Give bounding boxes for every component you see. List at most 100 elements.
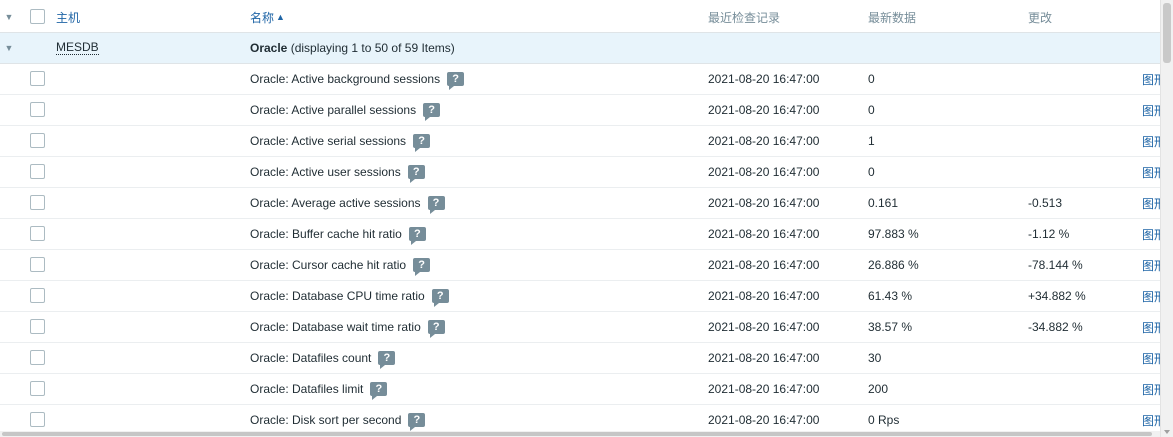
latest-value: 38.57 % [868, 320, 913, 334]
column-host[interactable]: 主机 [56, 2, 80, 32]
row-checkbox[interactable] [30, 226, 45, 241]
help-icon[interactable]: ? [431, 289, 449, 307]
row-checkbox[interactable] [30, 319, 45, 334]
host-link-mesdb[interactable]: MESDB [56, 41, 99, 55]
item-name: Oracle: Datafiles count [250, 351, 372, 365]
graph-link[interactable]: 图形 [1142, 226, 1160, 243]
collapse-group-toggle-icon[interactable]: ▼ [3, 33, 15, 63]
help-icon[interactable]: ? [427, 320, 445, 338]
graph-cell: 图形 [1142, 95, 1160, 125]
latest-value: 1 [868, 134, 875, 148]
graph-link[interactable]: 图形 [1142, 164, 1160, 181]
row-checkbox[interactable] [30, 133, 45, 148]
graph-link[interactable]: 图形 [1142, 195, 1160, 212]
item-name: Oracle: Active user sessions [250, 165, 401, 179]
table-row: Oracle: Average active sessions? 2021-08-… [0, 188, 1160, 219]
collapse-all-toggle-icon[interactable]: ▼ [3, 2, 15, 32]
graph-link[interactable]: 图形 [1142, 350, 1160, 367]
item-name-cell: Oracle: Active background sessions? [250, 64, 465, 94]
column-last-check-label: 最近检查记录 [708, 10, 781, 25]
row-checkbox[interactable] [30, 381, 45, 396]
latest-data-table: ▼ 主机 名称 ▲ 最近检查记录 最新数据 更改 ▼ MESDB Oracle … [0, 0, 1160, 437]
column-name-label[interactable]: 名称 [250, 9, 274, 26]
graph-link[interactable]: 图形 [1142, 288, 1160, 305]
last-check-cell: 2021-08-20 16:47:00 [708, 343, 819, 373]
row-checkbox[interactable] [30, 195, 45, 210]
latest-value-cell: 0 [868, 95, 875, 125]
help-icon[interactable]: ? [427, 196, 445, 214]
item-name: Oracle: Buffer cache hit ratio [250, 227, 402, 241]
help-icon[interactable]: ? [447, 72, 465, 90]
last-check-cell: 2021-08-20 16:47:00 [708, 374, 819, 404]
help-icon[interactable]: ? [370, 382, 388, 400]
last-check-cell: 2021-08-20 16:47:00 [708, 281, 819, 311]
table-row: Oracle: Datafiles count? 2021-08-20 16:47… [0, 343, 1160, 374]
item-name: Oracle: Database CPU time ratio [250, 289, 425, 303]
graph-cell: 图形 [1142, 188, 1160, 218]
latest-value: 0.161 [868, 196, 899, 210]
group-name-label: Oracle [250, 41, 288, 55]
item-name-cell: Oracle: Active parallel sessions? [250, 95, 441, 125]
last-check-time: 2021-08-20 16:47:00 [708, 320, 820, 334]
latest-value-cell: 0 [868, 157, 875, 187]
graph-link[interactable]: 图形 [1142, 381, 1160, 398]
table-row: Oracle: Active parallel sessions? 2021-08… [0, 95, 1160, 126]
graph-cell: 图形 [1142, 374, 1160, 404]
latest-value-cell: 200 [868, 374, 888, 404]
column-name[interactable]: 名称 ▲ [250, 2, 285, 32]
item-name-cell: Oracle: Active serial sessions? [250, 126, 431, 156]
column-host-label[interactable]: 主机 [56, 9, 80, 26]
last-check-cell: 2021-08-20 16:47:00 [708, 95, 819, 125]
table-row: Oracle: Active serial sessions? 2021-08-2… [0, 126, 1160, 157]
graph-link[interactable]: 图形 [1142, 133, 1160, 150]
help-icon[interactable]: ? [408, 413, 426, 431]
last-check-time: 2021-08-20 16:47:00 [708, 227, 820, 241]
vertical-scrollbar[interactable] [1160, 0, 1173, 437]
latest-value: 61.43 % [868, 289, 913, 303]
help-icon[interactable]: ? [423, 103, 441, 121]
table-row: Oracle: Datafiles limit? 2021-08-20 16:47… [0, 374, 1160, 405]
graph-link[interactable]: 图形 [1142, 71, 1160, 88]
help-icon[interactable]: ? [408, 227, 426, 245]
item-name: Oracle: Active background sessions [250, 72, 441, 86]
graph-cell: 图形 [1142, 64, 1160, 94]
item-name: Oracle: Active serial sessions [250, 134, 407, 148]
latest-value-cell: 97.883 % [868, 219, 919, 249]
graph-link[interactable]: 图形 [1142, 319, 1160, 336]
latest-value-cell: 26.886 % [868, 250, 919, 280]
item-name: Oracle: Disk sort per second [250, 413, 402, 427]
last-check-time: 2021-08-20 16:47:00 [708, 413, 820, 427]
graph-cell: 图形 [1142, 219, 1160, 249]
help-icon[interactable]: ? [413, 134, 431, 152]
row-checkbox[interactable] [30, 350, 45, 365]
scroll-down-arrow-icon[interactable] [1164, 430, 1170, 434]
last-check-cell: 2021-08-20 16:47:00 [708, 157, 819, 187]
horizontal-scrollbar[interactable] [0, 431, 1160, 437]
row-checkbox[interactable] [30, 102, 45, 117]
item-name: Oracle: Average active sessions [250, 196, 421, 210]
latest-value-cell: 38.57 % [868, 312, 912, 342]
help-icon[interactable]: ? [407, 165, 425, 183]
table-row: Oracle: Active background sessions? 2021-… [0, 64, 1160, 95]
row-checkbox[interactable] [30, 71, 45, 86]
last-check-time: 2021-08-20 16:47:00 [708, 134, 820, 148]
graph-link[interactable]: 图形 [1142, 257, 1160, 274]
row-checkbox[interactable] [30, 288, 45, 303]
help-icon[interactable]: ? [378, 351, 396, 369]
table-row: Oracle: Cursor cache hit ratio? 2021-08-2… [0, 250, 1160, 281]
last-check-cell: 2021-08-20 16:47:00 [708, 64, 819, 94]
vertical-scrollbar-thumb[interactable] [1163, 3, 1171, 63]
graph-cell: 图形 [1142, 312, 1160, 342]
row-checkbox[interactable] [30, 164, 45, 179]
help-icon[interactable]: ? [413, 258, 431, 276]
change-cell: -78.144 % [1028, 250, 1083, 280]
horizontal-scrollbar-thumb[interactable] [2, 432, 1152, 436]
row-checkbox[interactable] [30, 412, 45, 427]
item-name: Oracle: Cursor cache hit ratio [250, 258, 407, 272]
graph-cell: 图形 [1142, 250, 1160, 280]
row-checkbox[interactable] [30, 257, 45, 272]
change-value: -78.144 % [1028, 258, 1083, 272]
graph-link[interactable]: 图形 [1142, 412, 1160, 429]
graph-link[interactable]: 图形 [1142, 102, 1160, 119]
select-all-checkbox[interactable] [30, 9, 45, 24]
